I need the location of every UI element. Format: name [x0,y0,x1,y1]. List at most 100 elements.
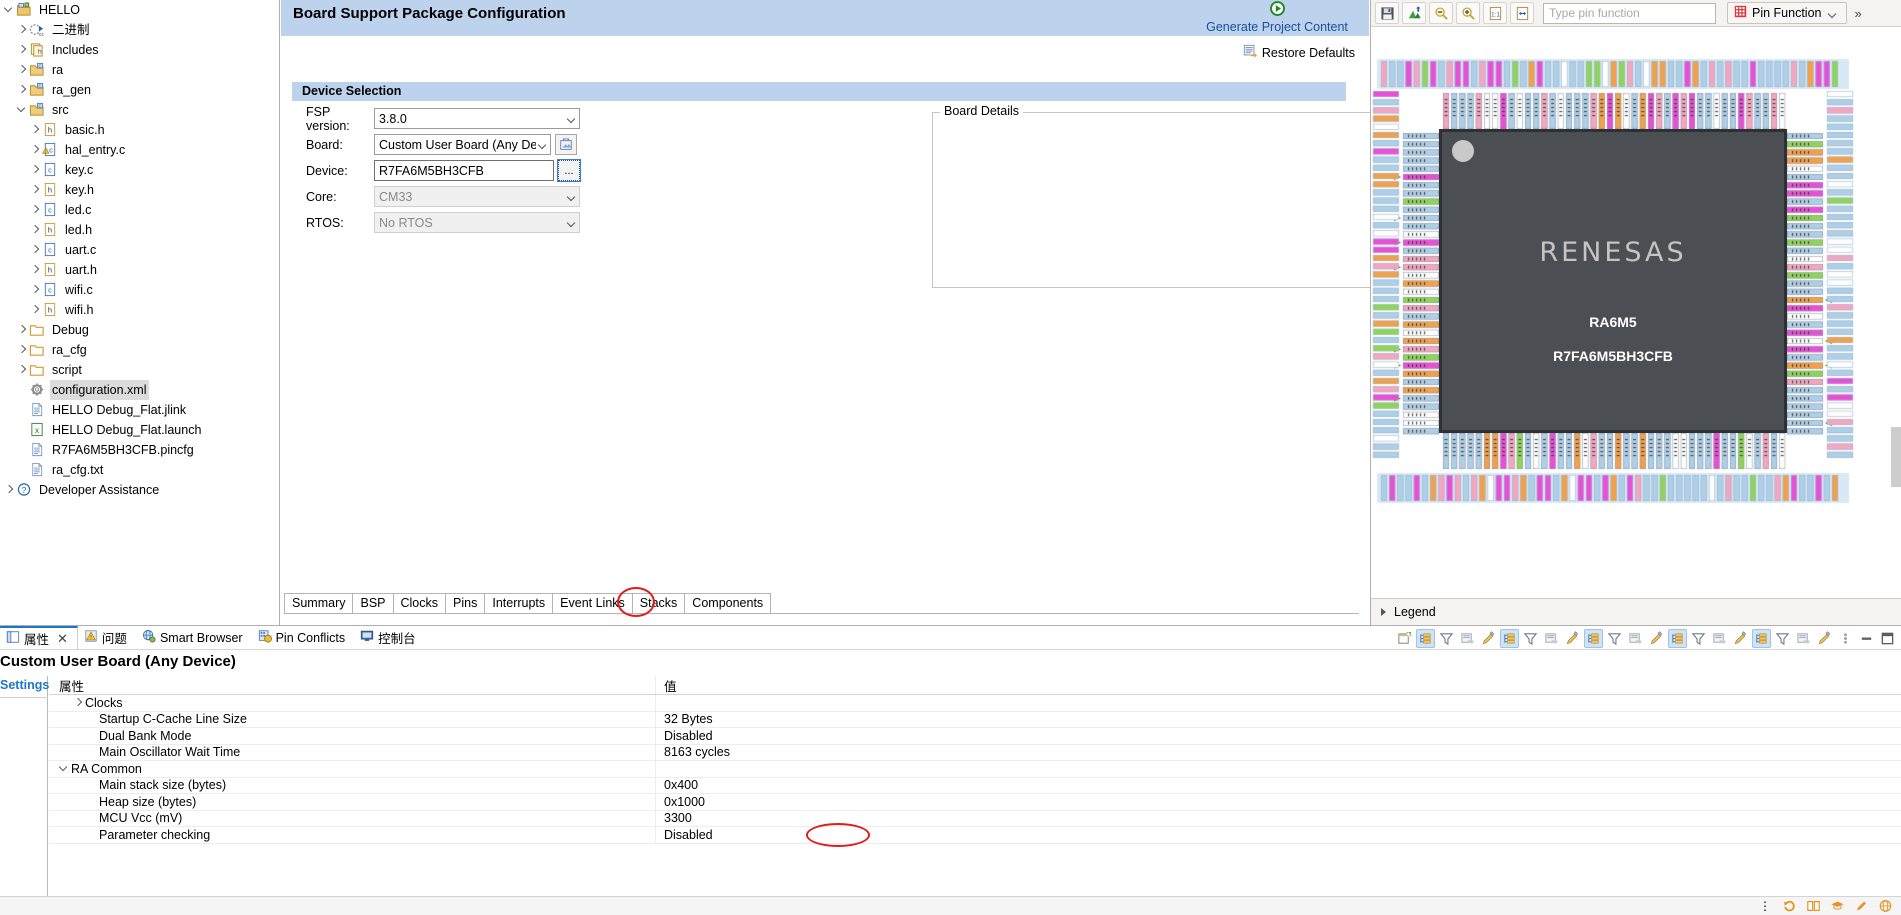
restore-icon[interactable] [1458,629,1477,648]
tree-item-basic.h[interactable]: h basic.h [0,120,279,140]
filter-icon[interactable] [1437,629,1456,648]
tree-item-ra_gen[interactable]: Cra_gen [0,80,279,100]
tree-item-hal_entry.c[interactable]: c! hal_entry.c [0,140,279,160]
pen-icon[interactable] [1815,629,1834,648]
zoom-in-icon[interactable] [1456,2,1480,24]
tree-item-uart.c[interactable]: c uart.c [0,240,279,260]
tree-icon[interactable] [1500,628,1519,648]
settings-tab[interactable]: Settings [0,676,49,915]
chevron-right-icon[interactable] [30,180,42,200]
tree-item-hello-debug_flat.launch[interactable]: x HELLO Debug_Flat.launch [0,420,279,440]
tree-item-led.c[interactable]: c led.c [0,200,279,220]
property-value-cell[interactable]: 32 Bytes [656,712,1901,726]
tree-item-developer-assistance[interactable]: ? Developer Assistance [0,480,279,500]
table-row[interactable]: Startup C-Cache Line Size 32 Bytes [49,711,1901,728]
chevron-right-icon[interactable] [17,60,29,80]
property-value-cell[interactable]: 3300 [656,811,1901,825]
chevron-right-icon[interactable] [17,320,29,340]
table-row[interactable]: Clocks [49,695,1901,712]
view-tab-控制台[interactable]: 控制台 [354,626,425,649]
tree-icon[interactable] [1668,628,1687,648]
pen-icon[interactable] [1647,629,1666,648]
editor-tab-summary[interactable]: Summary [284,593,354,613]
property-value-cell[interactable]: Disabled [656,729,1901,743]
tree-item-wifi.c[interactable]: c wifi.c [0,280,279,300]
filter-icon[interactable] [1605,629,1624,648]
export-image-icon[interactable] [1402,2,1426,24]
filter-icon[interactable] [1521,629,1540,648]
chevron-right-icon[interactable] [17,20,29,40]
tree-item-ra_cfg[interactable]: ra_cfg [0,340,279,360]
tree-item--[interactable]: 01 二进制 [0,20,279,40]
editor-tab-pins[interactable]: Pins [445,593,486,613]
close-icon[interactable]: ✕ [57,631,68,647]
tree-item-uart.h[interactable]: h uart.h [0,260,279,280]
restore-icon[interactable] [1542,629,1561,648]
chevron-right-icon[interactable] [73,697,85,709]
editor-tab-stacks[interactable]: Stacks [631,593,686,613]
pin-function-search-input[interactable]: Type pin function [1543,2,1716,24]
tree-item-debug[interactable]: Debug [0,320,279,340]
property-value-cell[interactable]: 8163 cycles [656,745,1901,759]
chevron-right-icon[interactable] [30,200,42,220]
chevron-right-icon[interactable] [17,360,29,380]
property-value-cell[interactable]: Disabled [656,828,1901,842]
export-board-button[interactable] [555,134,577,155]
editor-tab-event-links[interactable]: Event Links [552,593,633,613]
tree-item-hello[interactable]: HELLO [0,0,279,20]
legend-expander[interactable]: Legend [1371,598,1901,625]
graduation-cap-icon[interactable] [1829,899,1845,914]
table-row[interactable]: MCU Vcc (mV) 3300 [49,810,1901,827]
chevron-right-icon[interactable] [17,40,29,60]
chevron-right-icon[interactable] [30,300,42,320]
toolbar-overflow-icon[interactable]: » [1854,6,1861,21]
property-value-cell[interactable]: 0x400 [656,778,1901,792]
device-input[interactable]: R7FA6M5BH3CFB [374,160,554,181]
table-row[interactable]: Main Oscillator Wait Time 8163 cycles [49,744,1901,761]
property-value-cell[interactable]: 0x1000 [656,795,1901,809]
save-icon[interactable] [1375,2,1399,24]
properties-table[interactable]: 属性 值 Clocks Startup C-Cache Line Size 32 B… [49,676,1901,895]
pencil-icon[interactable] [1853,899,1869,914]
tree-icon[interactable] [1416,628,1435,648]
refresh-icon[interactable] [1781,899,1797,914]
chevron-right-icon[interactable] [30,120,42,140]
tree-item-hello-debug_flat.jlink[interactable]: HELLO Debug_Flat.jlink [0,400,279,420]
table-row[interactable]: Dual Bank Mode Disabled [49,728,1901,745]
chevron-right-icon[interactable] [17,340,29,360]
tree-item-ra[interactable]: Cra [0,60,279,80]
chevron-right-icon[interactable] [4,480,16,500]
pen-icon[interactable] [1479,629,1498,648]
restore-icon[interactable] [1626,629,1645,648]
minimize-icon[interactable] [1857,629,1876,648]
chevron-right-icon[interactable] [30,280,42,300]
chevron-down-icon[interactable] [59,763,71,775]
maximize-icon[interactable] [1878,629,1897,648]
table-row[interactable]: Parameter checking Disabled [49,827,1901,844]
tree-item-r7fa6m5bh3cfb.pincfg[interactable]: R7FA6M5BH3CFB.pincfg [0,440,279,460]
editor-tab-clocks[interactable]: Clocks [392,593,447,613]
pen-icon[interactable] [1563,629,1582,648]
zoom-out-icon[interactable] [1429,2,1453,24]
chevron-right-icon[interactable] [30,220,42,240]
editor-tab-bar[interactable]: Summary BSP Clocks Pins Interrupts Event Link… [284,591,772,613]
tree-item-wifi.h[interactable]: h wifi.h [0,300,279,320]
chevron-down-icon[interactable] [17,100,29,120]
view-tab-pin-conflicts[interactable]: Pin Conflicts [252,626,354,649]
filter-icon[interactable] [1773,629,1792,648]
chevron-right-icon[interactable] [30,160,42,180]
book-icon[interactable] [1805,899,1821,914]
chevron-down-icon[interactable] [4,0,16,20]
chevron-right-icon[interactable] [30,260,42,280]
view-tab-smart-browser[interactable]: Smart Browser [136,626,252,649]
tree-item-script[interactable]: script [0,360,279,380]
properties-toolbar[interactable] [1395,628,1897,648]
filter-icon[interactable] [1689,629,1708,648]
restore-defaults-button[interactable]: Restore Defaults [1243,44,1355,61]
chevron-right-icon[interactable] [30,240,42,260]
fsp-version-select[interactable]: 3.8.0 [374,108,580,129]
project-explorer[interactable]: HELLO 01 二进制 h Includes Cra Cra_gen Csrc h basic.… [0,0,279,625]
editor-tab-bsp[interactable]: BSP [352,593,394,613]
tree-item-led.h[interactable]: h led.h [0,220,279,240]
pin-view-scrollbar[interactable] [1891,427,1901,487]
